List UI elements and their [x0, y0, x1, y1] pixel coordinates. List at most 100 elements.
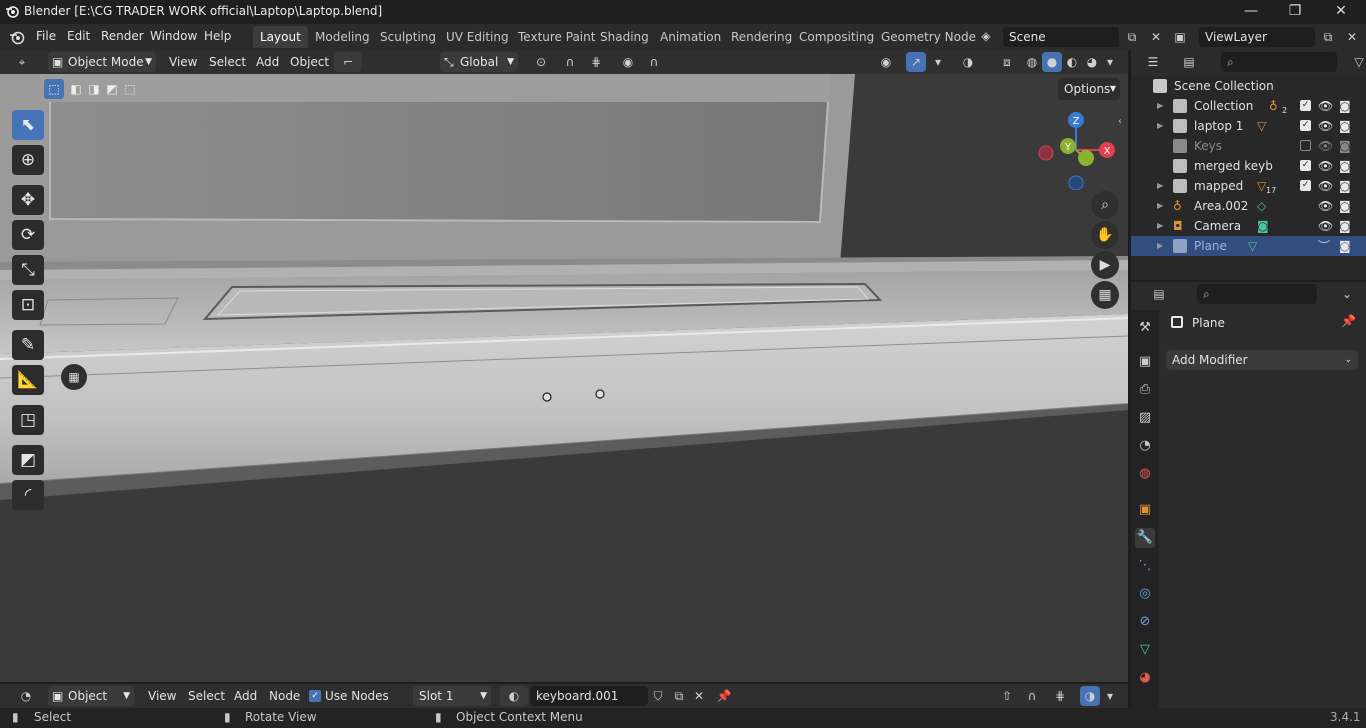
- view-layer-field[interactable]: ViewLayer: [1199, 27, 1315, 47]
- scene-selector-icon[interactable]: ◈: [976, 26, 996, 46]
- outliner-item[interactable]: ▶ ♁ Area.002 ◇ 👁 ◙: [1131, 196, 1366, 216]
- visibility-icon[interactable]: ◉: [872, 52, 900, 72]
- tab-uv-editing[interactable]: UV Editing: [439, 26, 516, 48]
- blender-menu-icon[interactable]: [9, 29, 25, 45]
- solid-shading-icon[interactable]: ●: [1042, 52, 1062, 72]
- camera-icon[interactable]: ◙: [1339, 96, 1351, 116]
- node-add-menu[interactable]: Add: [234, 689, 257, 703]
- pin-icon[interactable]: 📌: [714, 686, 734, 706]
- modifier-tab-icon[interactable]: 🔧: [1135, 528, 1155, 548]
- tab-layout[interactable]: Layout: [253, 26, 308, 48]
- shader-type-dropdown[interactable]: Object ▣ ▼: [48, 686, 134, 706]
- material-name-field[interactable]: keyboard.001: [530, 686, 648, 706]
- close-button[interactable]: ✕: [1318, 0, 1364, 24]
- eye-icon[interactable]: 👁: [1318, 136, 1333, 156]
- minimize-button[interactable]: —: [1228, 0, 1274, 24]
- eye-icon[interactable]: 👁: [1318, 156, 1333, 176]
- expand-arrow-icon[interactable]: ▶: [1157, 216, 1163, 236]
- tab-modeling[interactable]: Modeling: [308, 26, 377, 48]
- physics-tab-icon[interactable]: ◎: [1135, 584, 1155, 604]
- new-scene-icon[interactable]: ⧉: [1122, 27, 1142, 47]
- eye-icon[interactable]: 👁: [1318, 196, 1333, 216]
- sidebar-toggle-icon[interactable]: ‹: [1118, 116, 1122, 127]
- parent-node-icon[interactable]: ⇧: [997, 686, 1017, 706]
- properties-options-icon[interactable]: ⌄: [1337, 284, 1357, 304]
- outliner-item-selected[interactable]: ▶ Plane ▽ ︶ ◙: [1131, 236, 1366, 256]
- fake-user-icon[interactable]: ⛉: [648, 686, 668, 706]
- select-invert-icon[interactable]: ◩: [102, 79, 122, 99]
- view-layer-icon[interactable]: ▣: [1170, 27, 1190, 47]
- output-tab-icon[interactable]: ⎙: [1135, 380, 1155, 400]
- proportional-edit-icon[interactable]: ◉: [618, 52, 638, 72]
- outliner-item[interactable]: Keys 👁 ◙: [1131, 136, 1366, 156]
- remove-scene-icon[interactable]: ✕: [1146, 27, 1166, 47]
- snap-target-icon[interactable]: ⋕: [582, 52, 610, 72]
- tab-animation[interactable]: Animation: [653, 26, 728, 48]
- exclude-checkbox[interactable]: ✓: [1300, 100, 1311, 111]
- collapse-toolbar-icon[interactable]: ▦: [61, 364, 87, 390]
- extra-tool-2-icon[interactable]: ◜: [12, 480, 44, 510]
- select-extend-icon[interactable]: ◧: [66, 79, 86, 99]
- camera-icon[interactable]: ◙: [1339, 216, 1351, 236]
- camera-icon[interactable]: ◙: [1339, 236, 1351, 256]
- material-shading-icon[interactable]: ◐: [1062, 52, 1082, 72]
- pan-hand-icon[interactable]: ✋: [1091, 221, 1119, 249]
- eye-icon[interactable]: 👁: [1318, 216, 1333, 236]
- camera-icon[interactable]: ◙: [1339, 156, 1351, 176]
- exclude-checkbox[interactable]: [1300, 140, 1311, 151]
- select-menu[interactable]: Select: [209, 55, 246, 69]
- gizmo-dropdown-icon[interactable]: ▾: [928, 52, 948, 72]
- extra-tool-1-icon[interactable]: ◩: [12, 445, 44, 475]
- annotate-tool-icon[interactable]: ✎: [12, 330, 44, 360]
- data-tab-icon[interactable]: ▽: [1135, 640, 1155, 660]
- constraints-tab-icon[interactable]: ⊘: [1135, 612, 1155, 632]
- slot-dropdown[interactable]: Slot 1 ▼: [413, 686, 491, 706]
- tab-compositing[interactable]: Compositing: [792, 26, 881, 48]
- snap-element-icon[interactable]: ⋕: [1046, 686, 1074, 706]
- view-menu[interactable]: View: [169, 55, 197, 69]
- new-view-layer-icon[interactable]: ⧉: [1318, 27, 1338, 47]
- overlay-toggle-icon[interactable]: ◑: [1080, 686, 1100, 706]
- scene-name-field[interactable]: Scene: [1003, 27, 1119, 47]
- node-select-menu[interactable]: Select: [188, 689, 225, 703]
- outliner-item[interactable]: ▶ laptop 1 ▽ ✓ 👁 ◙: [1131, 116, 1366, 136]
- particles-tab-icon[interactable]: ⋱: [1135, 556, 1155, 576]
- menu-window[interactable]: Window: [150, 29, 197, 43]
- menu-file[interactable]: File: [36, 29, 56, 43]
- options-dropdown[interactable]: Options ▼: [1058, 78, 1120, 100]
- tab-geometry-nodes[interactable]: Geometry Node: [874, 26, 983, 48]
- exclude-checkbox[interactable]: ✓: [1300, 160, 1311, 171]
- xray-icon[interactable]: ⧈: [997, 52, 1017, 72]
- material-tab-icon[interactable]: ◕: [1135, 668, 1155, 688]
- properties-search-field[interactable]: ⌕: [1197, 284, 1317, 304]
- wireframe-shading-icon[interactable]: ◍: [1022, 52, 1042, 72]
- add-menu[interactable]: Add: [256, 55, 279, 69]
- outliner-item[interactable]: merged keyb ✓ 👁 ◙: [1131, 156, 1366, 176]
- tab-texture-paint[interactable]: Texture Paint: [511, 26, 602, 48]
- overlay-dropdown-icon[interactable]: ▾: [1100, 686, 1120, 706]
- pivot-point-icon[interactable]: ⊙: [527, 52, 555, 72]
- select-new-icon[interactable]: ⬚: [44, 79, 64, 99]
- expand-arrow-icon[interactable]: ▶: [1157, 176, 1163, 196]
- exclude-checkbox[interactable]: ✓: [1300, 120, 1311, 131]
- world-tab-icon[interactable]: ◍: [1135, 464, 1155, 484]
- outliner-root[interactable]: Scene Collection: [1131, 76, 1366, 96]
- gizmo-toggle-icon[interactable]: ↗: [906, 52, 926, 72]
- measure-tool-icon[interactable]: 📐: [12, 365, 44, 395]
- scale-tool-icon[interactable]: ⤡: [12, 255, 44, 285]
- properties-editor-icon[interactable]: ▤: [1145, 284, 1173, 304]
- new-material-icon[interactable]: ⧉: [669, 686, 689, 706]
- overlay-icon[interactable]: ◑: [954, 52, 982, 72]
- object-menu[interactable]: Object: [290, 55, 329, 69]
- outliner-search-field[interactable]: ⌕: [1221, 52, 1337, 72]
- eye-hidden-icon[interactable]: ︶: [1318, 236, 1330, 256]
- transform-tool-icon[interactable]: ⊡: [12, 290, 44, 320]
- browse-material-icon[interactable]: ◐: [500, 686, 528, 706]
- exclude-checkbox[interactable]: ✓: [1300, 180, 1311, 191]
- menu-render[interactable]: Render: [101, 29, 144, 43]
- outliner-item[interactable]: ▶ mapped ▽ 17 ✓ 👁 ◙: [1131, 176, 1366, 196]
- 3d-viewport[interactable]: ⬚ ◧ ◨ ◩ ⬚ Options ▼ ⬉ ⊕ ✥ ⟳ ⤡ ⊡ ✎ 📐 ◳ ◩ …: [0, 74, 1128, 682]
- eye-icon[interactable]: 👁: [1318, 116, 1333, 136]
- editor-type-icon[interactable]: ⌖: [12, 52, 32, 72]
- add-cube-tool-icon[interactable]: ◳: [12, 405, 44, 435]
